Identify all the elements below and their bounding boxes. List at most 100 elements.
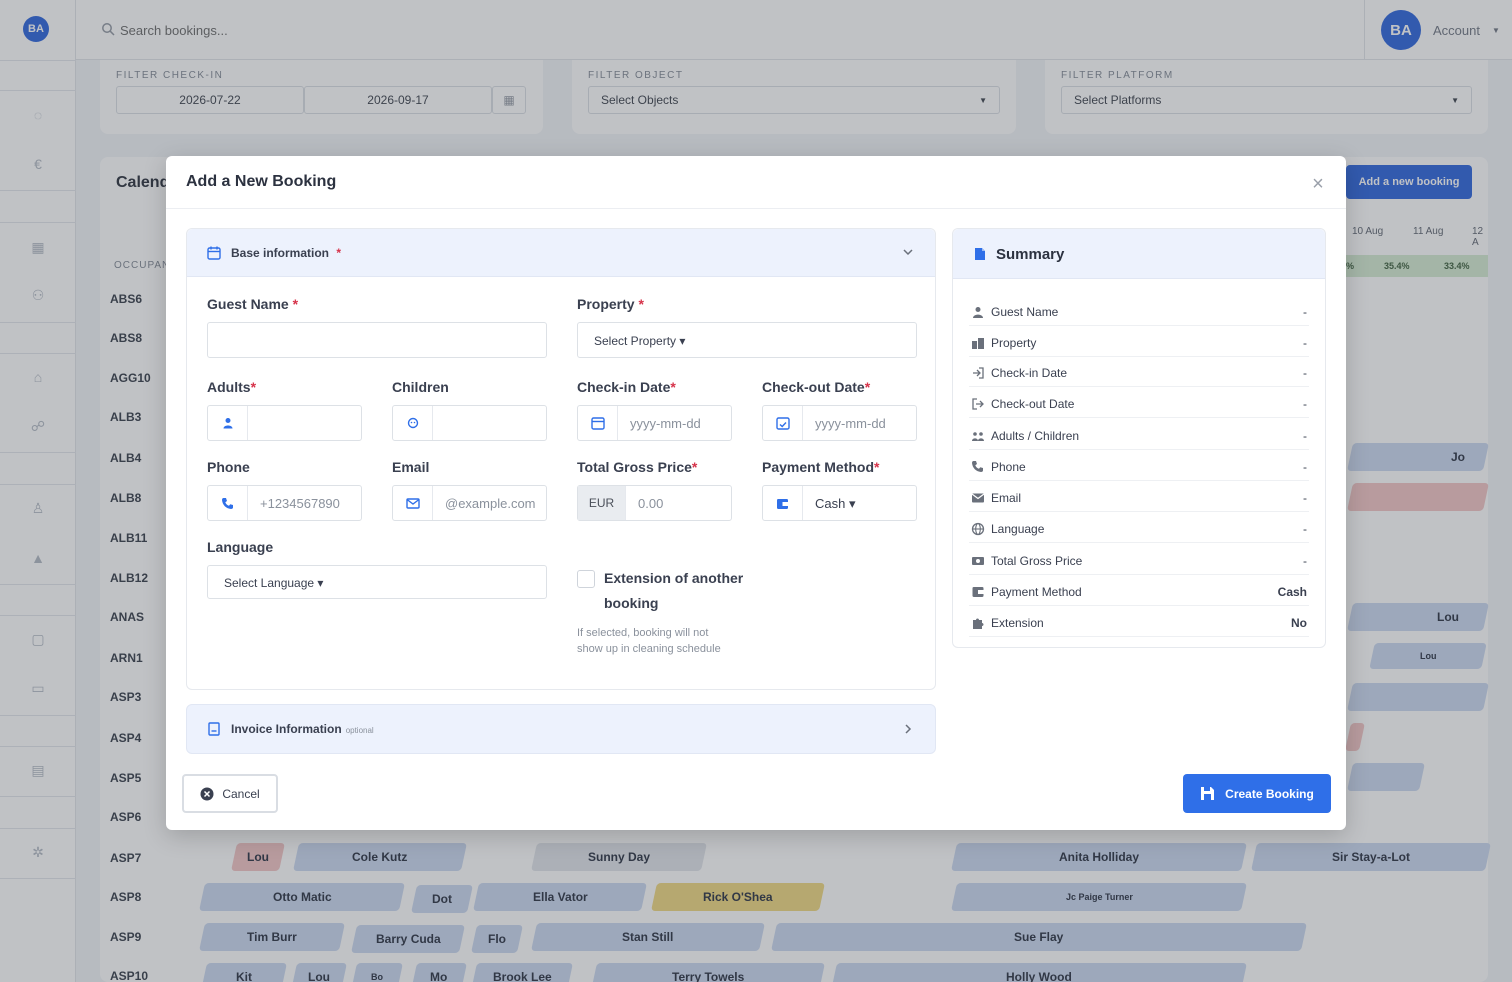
invoice-information-panel[interactable]: Invoice Information optional bbox=[186, 704, 936, 754]
phone-icon bbox=[208, 486, 248, 520]
user-icon bbox=[973, 307, 983, 318]
close-circle-icon bbox=[200, 787, 214, 800]
money-icon bbox=[972, 557, 984, 565]
payment-method-value: Cash ▾ bbox=[815, 496, 856, 511]
base-information-panel: Base information * Guest Name * Property… bbox=[186, 228, 936, 690]
language-label: Language bbox=[207, 539, 274, 555]
payment-method-select[interactable]: Cash ▾ bbox=[762, 485, 917, 521]
summary-label: Extension bbox=[991, 616, 1044, 630]
price-label: Total Gross Price* bbox=[577, 459, 697, 475]
close-icon[interactable]: × bbox=[1306, 172, 1330, 196]
wallet-icon bbox=[763, 486, 803, 520]
required-mark: * bbox=[864, 379, 871, 395]
guest-name-label-text: Guest Name bbox=[207, 296, 289, 312]
sign-out-icon bbox=[972, 398, 984, 410]
summary-row: Check-in Date - bbox=[969, 356, 1309, 387]
phone-placeholder: +1234567890 bbox=[260, 496, 340, 511]
children-label: Children bbox=[392, 379, 449, 395]
summary-label: Property bbox=[991, 336, 1037, 350]
adults-field[interactable] bbox=[207, 405, 362, 441]
guest-name-input[interactable] bbox=[207, 322, 547, 358]
summary-header: Summary bbox=[953, 229, 1325, 279]
user-icon bbox=[208, 406, 248, 440]
globe-icon bbox=[971, 522, 985, 536]
summary-row: Phone - bbox=[969, 450, 1309, 481]
document-icon bbox=[975, 248, 985, 260]
property-label-text: Property bbox=[577, 296, 635, 312]
invoice-label-text: Invoice Information bbox=[231, 722, 342, 736]
required-mark: * bbox=[874, 459, 880, 475]
checkin-label: Check-in Date* bbox=[577, 379, 676, 395]
required-mark: * bbox=[670, 379, 676, 395]
modal-title: Add a New Booking bbox=[186, 173, 337, 190]
summary-row: Guest Name - bbox=[969, 295, 1309, 326]
checkout-label-text: Check-out Date bbox=[762, 379, 865, 395]
summary-label: Email bbox=[991, 491, 1022, 505]
summary-value: - bbox=[1303, 491, 1307, 505]
property-select-value: Select Property ▾ bbox=[594, 334, 686, 348]
summary-value: - bbox=[1303, 460, 1307, 474]
users-icon bbox=[972, 432, 984, 441]
payment-label: Payment Method* bbox=[762, 459, 879, 475]
base-information-label: Base information * bbox=[231, 246, 341, 260]
cancel-button[interactable]: Cancel bbox=[182, 774, 278, 813]
summary-row: Email - bbox=[969, 481, 1309, 512]
summary-label: Check-in Date bbox=[991, 366, 1068, 380]
add-booking-modal: Add a New Booking × Base information * G… bbox=[166, 156, 1346, 830]
email-label: Email bbox=[392, 459, 430, 475]
summary-label: Total Gross Price bbox=[991, 554, 1083, 568]
checkin-date-field[interactable]: yyyy-mm-dd bbox=[577, 405, 732, 441]
summary-value: - bbox=[1303, 305, 1307, 319]
summary-label: Payment Method bbox=[991, 585, 1082, 599]
chevron-right-icon[interactable] bbox=[901, 722, 915, 736]
summary-value: - bbox=[1303, 336, 1307, 350]
property-label: Property * bbox=[577, 296, 644, 312]
extension-checkbox[interactable] bbox=[577, 570, 595, 588]
summary-value: - bbox=[1303, 522, 1307, 536]
base-information-header[interactable]: Base information * bbox=[187, 229, 935, 277]
adults-label: Adults* bbox=[207, 379, 256, 395]
language-select[interactable]: Select Language ▾ bbox=[207, 565, 547, 599]
chevron-down-icon[interactable] bbox=[901, 245, 915, 259]
save-icon bbox=[1201, 787, 1215, 800]
create-booking-label: Create Booking bbox=[1225, 786, 1314, 801]
checkout-label: Check-out Date* bbox=[762, 379, 870, 395]
summary-value: - bbox=[1303, 554, 1307, 568]
summary-value: - bbox=[1303, 366, 1307, 380]
create-booking-button[interactable]: Create Booking bbox=[1183, 774, 1331, 813]
summary-row: Payment Method Cash bbox=[969, 575, 1309, 606]
summary-row: Property - bbox=[969, 326, 1309, 357]
extension-label[interactable]: Extension of another booking bbox=[604, 566, 754, 616]
checkout-date-field[interactable]: yyyy-mm-dd bbox=[762, 405, 917, 441]
base-information-text: Base information bbox=[231, 246, 330, 260]
summary-title: Summary bbox=[996, 246, 1065, 263]
required-mark: * bbox=[250, 379, 257, 395]
summary-label: Phone bbox=[991, 460, 1026, 474]
summary-value: - bbox=[1303, 397, 1307, 411]
price-label-text: Total Gross Price bbox=[577, 459, 692, 475]
property-select[interactable]: Select Property ▾ bbox=[577, 322, 917, 358]
phone-field[interactable]: +1234567890 bbox=[207, 485, 362, 521]
summary-row: Total Gross Price - bbox=[969, 544, 1309, 575]
email-field[interactable]: @example.com bbox=[392, 485, 547, 521]
envelope-icon bbox=[971, 493, 985, 503]
phone-label: Phone bbox=[207, 459, 250, 475]
calendar-icon bbox=[578, 406, 618, 440]
summary-value: No bbox=[1291, 616, 1307, 630]
summary-value: Cash bbox=[1277, 585, 1307, 599]
guest-name-label: Guest Name * bbox=[207, 296, 298, 312]
required-mark: * bbox=[292, 296, 299, 312]
required-mark: * bbox=[638, 296, 644, 312]
modal-divider bbox=[166, 208, 1346, 209]
baby-icon bbox=[393, 406, 433, 440]
price-field[interactable]: EUR 0.00 bbox=[577, 485, 732, 521]
price-placeholder: 0.00 bbox=[638, 496, 664, 511]
summary-label: Adults / Children bbox=[991, 429, 1080, 443]
summary-label: Check-out Date bbox=[991, 397, 1075, 411]
children-field[interactable] bbox=[392, 405, 547, 441]
invoice-label: Invoice Information optional bbox=[231, 722, 374, 736]
wallet-icon bbox=[972, 587, 984, 597]
summary-row: Adults / Children - bbox=[969, 419, 1309, 450]
envelope-icon bbox=[393, 486, 433, 520]
language-select-value: Select Language ▾ bbox=[224, 576, 324, 590]
